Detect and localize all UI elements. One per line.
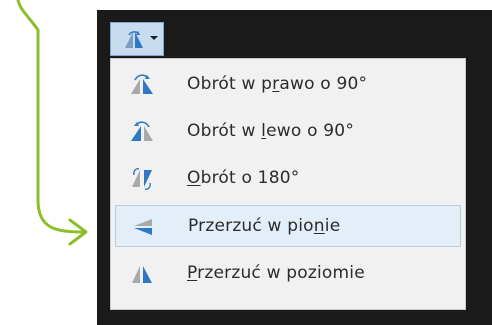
chevron-down-icon[interactable]: [149, 32, 159, 44]
rotate-180-icon: [132, 168, 152, 190]
menu-item-label: Obrót w lewo o 90°: [187, 121, 355, 141]
menu-item-label: Obrót w prawo o 90°: [187, 74, 368, 94]
menu-item-rotate-180[interactable]: Obrót o 180°: [115, 158, 461, 200]
menu-item-rotate-left[interactable]: Obrót w lewo o 90°: [115, 111, 461, 153]
rotate-menu: Obrót w prawo o 90° Obrót w lewo o 90° O…: [110, 58, 466, 310]
menu-item-label: Obrót o 180°: [187, 168, 300, 188]
menu-item-flip-horizontal[interactable]: Przerzuć w poziomie: [115, 253, 461, 295]
rotate-left-icon: [131, 121, 153, 141]
rotate-dropdown-button[interactable]: [110, 22, 164, 56]
menu-item-label: Przerzuć w pionie: [188, 216, 341, 236]
callout-arrow: [16, 0, 88, 246]
menu-item-flip-vertical[interactable]: Przerzuć w pionie: [115, 205, 461, 247]
rotate-icon: [125, 31, 143, 48]
menu-item-rotate-right[interactable]: Obrót w prawo o 90°: [115, 64, 461, 106]
flip-horizontal-icon: [132, 266, 152, 283]
flip-vertical-icon: [134, 219, 152, 235]
rotate-right-icon: [131, 74, 153, 94]
menu-item-label: Przerzuć w poziomie: [187, 263, 365, 283]
